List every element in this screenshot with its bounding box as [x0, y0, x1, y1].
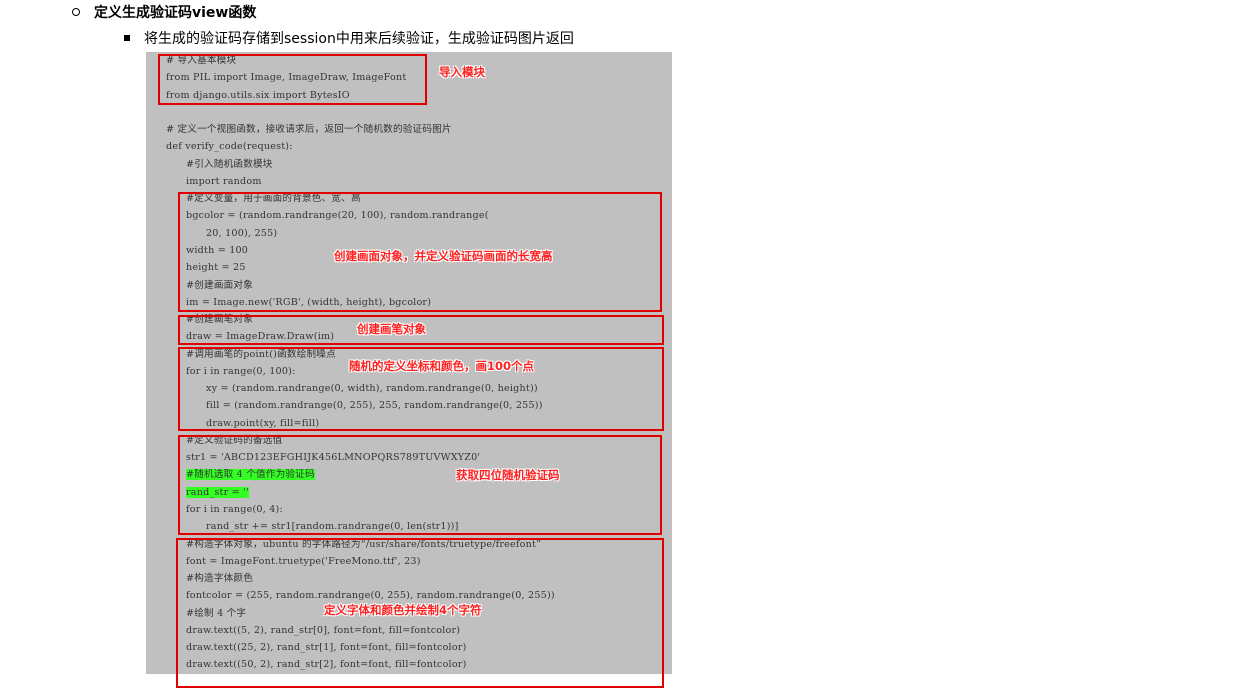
code-line: def verify_code(request):	[166, 138, 293, 155]
circle-bullet-icon	[72, 8, 80, 16]
list-item-level1: 定义生成验证码view函数	[72, 2, 256, 22]
font-annotation: 定义字体和颜色并绘制4个字符	[324, 603, 482, 617]
import-box	[158, 54, 427, 105]
canvas-annotation: 创建画面对象，并定义验证码画面的长宽高	[334, 249, 553, 263]
code-line: # 定义一个视图函数，接收请求后，返回一个随机数的验证码图片	[166, 121, 452, 138]
brush-annotation: 创建画笔对象	[357, 322, 426, 336]
section-heading: 定义生成验证码view函数	[94, 5, 257, 21]
code-text: #引入随机函数模块	[186, 158, 273, 170]
code-line: import random	[186, 173, 262, 190]
code-line: #引入随机函数模块	[186, 156, 273, 173]
list-item-level2: 将生成的验证码存储到session中用来后续验证，生成验证码图片返回	[124, 28, 574, 48]
random-box	[178, 435, 662, 535]
section-description: 将生成的验证码存储到session中用来后续验证，生成验证码图片返回	[144, 31, 574, 47]
square-bullet-icon	[124, 35, 130, 41]
random-annotation: 获取四位随机验证码	[456, 468, 560, 482]
code-text: # 定义一个视图函数，接收请求后，返回一个随机数的验证码图片	[166, 124, 452, 136]
points-annotation: 随机的定义坐标和颜色，画100个点	[349, 359, 535, 373]
code-text: import random	[186, 175, 262, 187]
code-text: def verify_code(request):	[166, 141, 293, 153]
import-annotation: 导入模块	[439, 65, 485, 79]
